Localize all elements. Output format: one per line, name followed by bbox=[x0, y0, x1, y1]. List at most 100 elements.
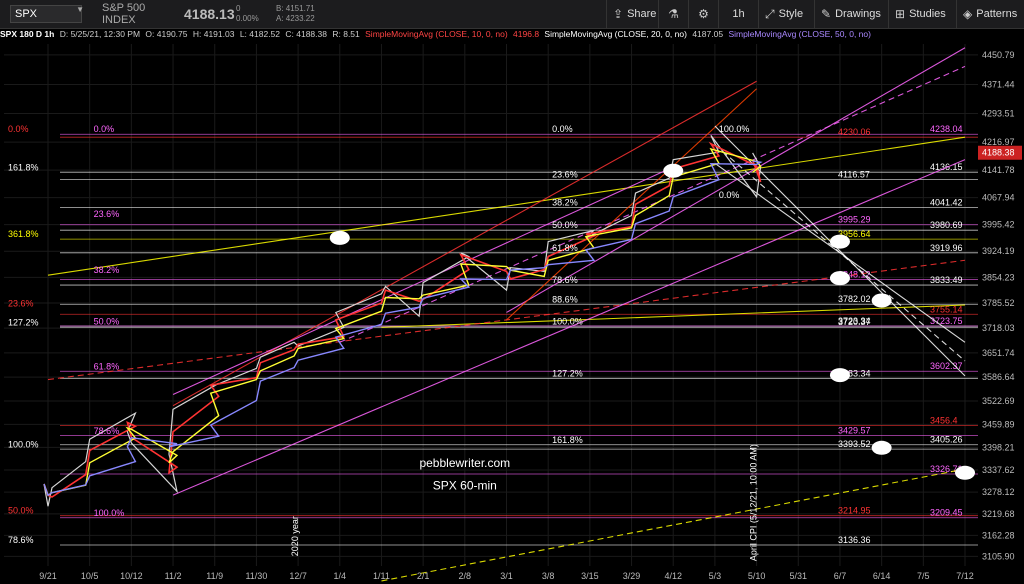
x-tick-label: 5/10 bbox=[748, 571, 766, 581]
marker-ellipse bbox=[871, 440, 892, 455]
legend-sma10[interactable]: SimpleMovingAvg (CLOSE, 10, 0, no) bbox=[365, 29, 508, 39]
fib-label: 23.6% bbox=[94, 209, 120, 219]
gear-button[interactable]: ⚙ bbox=[688, 0, 718, 28]
y-tick-label: 3586.64 bbox=[982, 372, 1015, 382]
legend-range: R: 8.51 bbox=[332, 29, 360, 39]
price-level-label: 3833.49 bbox=[930, 275, 963, 285]
x-tick-label: 10/5 bbox=[81, 571, 99, 581]
x-tick-label: 1/4 bbox=[334, 571, 347, 581]
last-price: 4188.13 bbox=[184, 6, 235, 22]
fib-label: 61.8% bbox=[552, 243, 578, 253]
x-tick-label: 3/8 bbox=[542, 571, 555, 581]
y-tick-label: 3924.19 bbox=[982, 246, 1015, 256]
last-price-label: 4188.38 bbox=[982, 148, 1015, 158]
fib-label: 78.6% bbox=[94, 426, 120, 436]
x-tick-label: 9/21 bbox=[39, 571, 57, 581]
patterns-label: Patterns bbox=[976, 8, 1018, 20]
price-level-label: 3995.29 bbox=[838, 215, 871, 225]
marker-ellipse bbox=[663, 163, 684, 178]
instrument-name: S&P 500 INDEX bbox=[102, 2, 146, 26]
legend-sma50[interactable]: SimpleMovingAvg (CLOSE, 50, 0, no) bbox=[728, 29, 871, 39]
legend-title: SPX 180 D 1h bbox=[0, 29, 55, 39]
price-level-label: 3980.69 bbox=[930, 220, 963, 230]
x-tick-label: 3/29 bbox=[623, 571, 641, 581]
x-tick-label: 1/11 bbox=[373, 571, 390, 581]
price-level-label: 3136.36 bbox=[838, 535, 871, 545]
fib-label: 23.6% bbox=[8, 299, 34, 309]
price-level-label: 4230.06 bbox=[838, 127, 871, 137]
studies-label: Studies bbox=[909, 8, 946, 20]
y-tick-label: 4067.94 bbox=[982, 193, 1015, 203]
symbol-input[interactable] bbox=[10, 5, 82, 23]
x-tick-label: 5/3 bbox=[709, 571, 722, 581]
marker-ellipse bbox=[871, 293, 892, 308]
x-tick-label: 2/8 bbox=[459, 571, 472, 581]
style-icon: ⤢ bbox=[765, 6, 775, 21]
x-tick-label: 4/12 bbox=[664, 571, 682, 581]
price-level-label: 3602.37 bbox=[930, 361, 963, 371]
price-level-label: 4041.42 bbox=[930, 198, 963, 208]
fib-label: 161.8% bbox=[8, 162, 39, 172]
annotation-text: 2020 year bbox=[290, 516, 300, 556]
fib-label: 361.8% bbox=[8, 229, 39, 239]
symbol-selector[interactable]: ▼ bbox=[0, 0, 88, 28]
fib-label: 38.2% bbox=[552, 198, 578, 208]
fib-label: 38.2% bbox=[94, 265, 120, 275]
y-tick-label: 3398.21 bbox=[982, 442, 1015, 452]
x-tick-label: 5/31 bbox=[790, 571, 808, 581]
y-tick-label: 4141.78 bbox=[982, 165, 1015, 175]
share-button[interactable]: ⇪ Share bbox=[606, 0, 658, 28]
study-legend: SPX 180 D 1h D: 5/25/21, 12:30 PM O: 419… bbox=[0, 28, 1024, 40]
price-level-label: 3782.02 bbox=[838, 294, 871, 304]
x-tick-label: 10/12 bbox=[120, 571, 143, 581]
fib-label: 50.0% bbox=[94, 316, 120, 326]
x-tick-label: 11/9 bbox=[206, 571, 223, 581]
fib-label: 100.0% bbox=[94, 508, 125, 518]
annotation-text: pebblewriter.com bbox=[419, 456, 510, 470]
x-tick-label: 7/12 bbox=[956, 571, 974, 581]
y-tick-label: 4450.79 bbox=[982, 50, 1015, 60]
share-label: Share bbox=[627, 8, 657, 20]
style-button[interactable]: ⤢ Style bbox=[758, 0, 814, 28]
drawings-label: Drawings bbox=[835, 8, 881, 20]
trendline bbox=[339, 65, 966, 343]
fib-label: 78.6% bbox=[552, 275, 578, 285]
price-level-label: 4116.57 bbox=[838, 170, 870, 180]
annotation-text: SPX 60-min bbox=[433, 479, 497, 493]
flask-button[interactable]: ⚗ bbox=[658, 0, 688, 28]
pencil-icon: ✎ bbox=[821, 7, 832, 21]
fib-label: 0.0% bbox=[94, 124, 115, 134]
legend-sma20-value: 4187.05 bbox=[692, 29, 724, 39]
toolbar: ▼ S&P 500 INDEX 4188.13 0 0.00% B: 4151.… bbox=[0, 0, 1024, 29]
price-level-label: 3429.57 bbox=[838, 426, 871, 436]
style-label: Style bbox=[778, 8, 804, 20]
y-tick-label: 4293.51 bbox=[982, 109, 1015, 119]
marker-ellipse bbox=[829, 368, 850, 383]
fib-label: 50.0% bbox=[8, 506, 34, 516]
fib-label: 100.0% bbox=[719, 124, 750, 134]
x-tick-label: 12/7 bbox=[289, 571, 307, 581]
interval-button[interactable]: 1h bbox=[718, 0, 758, 28]
x-tick-label: 11/30 bbox=[245, 571, 267, 581]
price-level-label: 3405.26 bbox=[930, 435, 963, 445]
price-level-label: 3393.52 bbox=[838, 439, 871, 449]
studies-button[interactable]: ⊞ Studies bbox=[888, 0, 956, 28]
legend-sma10-value: 4196.8 bbox=[513, 29, 540, 39]
price-chart[interactable]: 4238.044230.064136.154116.574041.423995.… bbox=[0, 40, 1024, 584]
fib-label: 23.6% bbox=[552, 170, 578, 180]
x-tick-label: 3/1 bbox=[500, 571, 513, 581]
y-tick-label: 3278.12 bbox=[982, 487, 1015, 497]
bid-ask: B: 4151.71 A: 4233.22 bbox=[270, 0, 340, 28]
sma10-line bbox=[43, 141, 762, 498]
y-tick-label: 3854.23 bbox=[982, 272, 1015, 282]
interval-label: 1h bbox=[732, 8, 745, 20]
price-level-label: 3209.45 bbox=[930, 508, 963, 518]
bid-value: B: 4151.71 bbox=[276, 4, 315, 13]
drawings-button[interactable]: ✎ Drawings bbox=[814, 0, 888, 28]
marker-ellipse bbox=[329, 230, 350, 245]
ask-value: A: 4233.22 bbox=[276, 14, 315, 23]
y-tick-label: 4216.97 bbox=[982, 137, 1015, 147]
patterns-button[interactable]: ◈ Patterns bbox=[956, 0, 1024, 28]
y-tick-label: 3459.89 bbox=[982, 419, 1015, 429]
legend-sma20[interactable]: SimpleMovingAvg (CLOSE, 20, 0, no) bbox=[544, 29, 687, 39]
